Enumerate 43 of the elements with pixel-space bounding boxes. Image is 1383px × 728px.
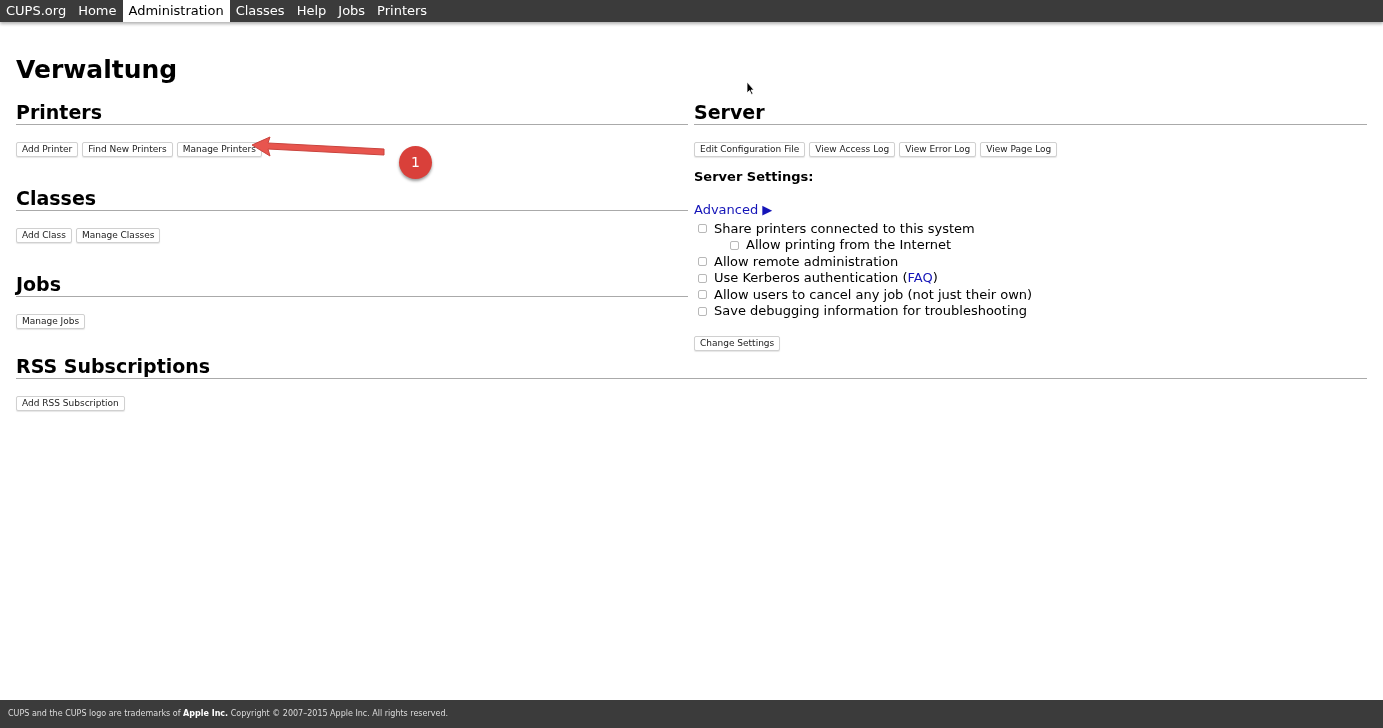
section-heading: RSS Subscriptions xyxy=(16,354,1367,379)
checkbox[interactable] xyxy=(698,273,707,283)
page-title: Verwaltung xyxy=(15,54,179,85)
nav-tab[interactable]: Help xyxy=(290,0,333,22)
action-button[interactable]: Edit Configuration File xyxy=(694,142,806,157)
nav-tab[interactable]: Administration xyxy=(122,0,230,22)
section-heading: Printers xyxy=(16,100,688,125)
advanced-link[interactable]: Advanced ▶ xyxy=(694,201,773,218)
action-button[interactable]: Manage Jobs xyxy=(16,314,86,329)
section-heading: Jobs xyxy=(16,272,688,297)
checkbox[interactable] xyxy=(698,224,707,234)
nav-tab[interactable]: Home xyxy=(72,0,123,22)
action-button[interactable]: Manage Printers xyxy=(176,142,262,157)
settings-label: Server Settings: xyxy=(694,169,815,186)
nav-tab[interactable]: CUPS.org xyxy=(0,0,73,22)
action-button[interactable]: Add Class xyxy=(16,228,72,243)
action-button[interactable]: Find New Printers xyxy=(82,142,173,157)
faq-link[interactable]: FAQ xyxy=(907,270,933,285)
action-button[interactable]: Add RSS Subscription xyxy=(16,396,125,411)
mouse-pointer-icon xyxy=(746,81,755,95)
option-label: Allow remote administration xyxy=(714,253,899,270)
checkbox[interactable] xyxy=(698,257,707,267)
footer-text: CUPS and the CUPS logo are trademarks of Apple Inc. Copyright © 2007–2015 Apple Inc. All rights reserved. xyxy=(0,700,1383,728)
option-label: Allow users to cancel any job (not just their own) xyxy=(714,286,1033,303)
action-button[interactable]: View Access Log xyxy=(809,142,896,157)
section-heading: Classes xyxy=(16,186,688,211)
change-settings-button[interactable]: Change Settings xyxy=(694,335,781,351)
nav-tab[interactable]: Printers xyxy=(371,0,434,22)
option-label: Save debugging information for troubleshooting xyxy=(714,303,1028,320)
section-heading: Server xyxy=(694,100,1367,125)
action-button[interactable]: Add Printer xyxy=(16,142,79,157)
action-button[interactable]: View Error Log xyxy=(899,142,977,157)
action-button[interactable]: Manage Classes xyxy=(75,228,161,243)
option-label: Use Kerberos authentication (FAQ) xyxy=(714,270,938,287)
option-label: Allow printing from the Internet xyxy=(746,237,952,254)
nav-tab[interactable]: Jobs xyxy=(332,0,372,22)
annotation-number: 1 xyxy=(399,146,432,179)
option-label: Share printers connected to this system xyxy=(714,220,975,237)
action-button[interactable]: View Page Log xyxy=(980,142,1058,157)
checkbox[interactable] xyxy=(698,306,707,316)
checkbox[interactable] xyxy=(698,290,707,300)
checkbox[interactable] xyxy=(730,240,739,250)
nav-tab[interactable]: Classes xyxy=(229,0,291,22)
